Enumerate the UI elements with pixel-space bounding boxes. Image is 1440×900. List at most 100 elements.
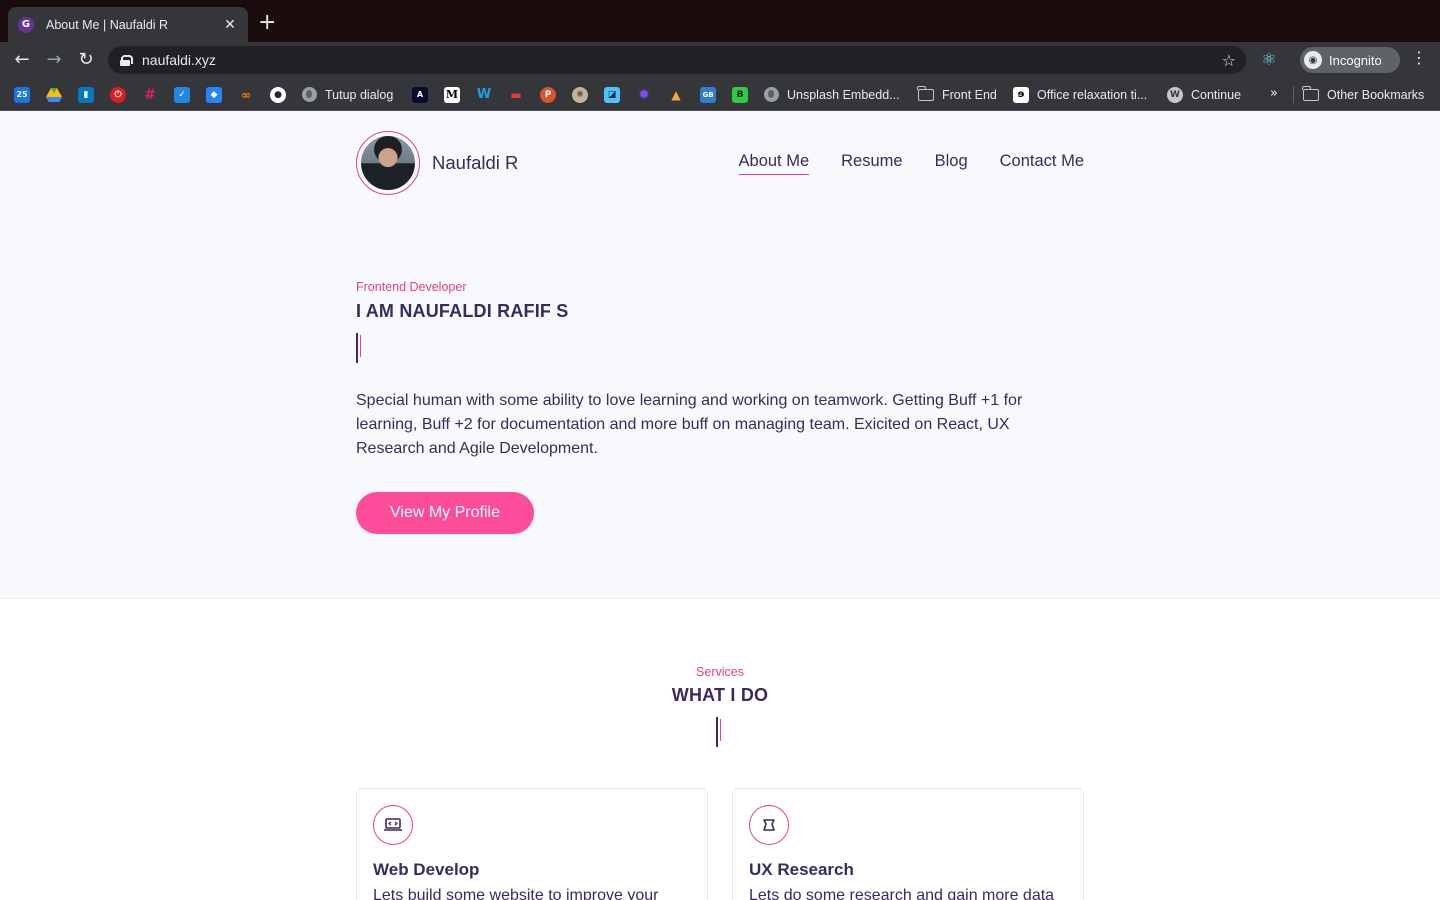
research-icon: [749, 805, 789, 845]
hero-divider: [356, 333, 362, 363]
bitbucket-icon: ◆: [206, 86, 222, 103]
hero-eyebrow: Frontend Developer: [356, 280, 467, 294]
tab-title: About Me | Naufaldi R: [46, 17, 169, 32]
site-header: Naufaldi R About Me Resume Blog Contact …: [356, 131, 1084, 195]
browser-tab[interactable]: G About Me | Naufaldi R ✕: [8, 7, 248, 42]
profile-button[interactable]: ◉ Incognito: [1300, 47, 1400, 73]
check-icon: ✓: [174, 86, 190, 103]
bookmark-w[interactable]: W: [476, 86, 492, 103]
nav-resume[interactable]: Resume: [841, 152, 902, 175]
hero-description: Special human with some ability to love …: [356, 392, 1023, 457]
github-icon: ●: [270, 86, 286, 103]
folder-icon: [1302, 85, 1319, 101]
drive-icon: [46, 87, 62, 103]
tent-icon: ▲: [671, 87, 681, 102]
bookmark-tutup-dialog[interactable]: Tutup dialog: [302, 86, 393, 103]
bookmark-producthunt[interactable]: P: [540, 86, 556, 103]
other-bookmarks-label: Other Bookmarks: [1327, 87, 1425, 102]
bookmark-label: Office relaxation ti...: [1037, 87, 1148, 102]
producthunt-icon: P: [540, 86, 556, 103]
bookmark-tv[interactable]: ◪: [604, 86, 620, 103]
e-icon: ɘ: [1013, 86, 1029, 103]
globe-icon: [764, 87, 779, 102]
gb-icon: GB: [700, 86, 716, 103]
bookmark-github[interactable]: ●: [270, 86, 286, 103]
w-icon: W: [476, 87, 492, 102]
new-tab-button[interactable]: +: [258, 12, 276, 34]
bookmark-b[interactable]: B: [732, 86, 748, 103]
b-icon: B: [732, 86, 748, 103]
services-divider: [716, 717, 722, 747]
card-text: Lets build some website to improve your: [373, 887, 659, 900]
avatar[interactable]: [356, 131, 420, 195]
folder-icon: [917, 85, 934, 101]
hero-section: Naufaldi R About Me Resume Blog Contact …: [0, 111, 1440, 599]
incognito-icon: ◉: [1304, 51, 1322, 69]
bookmark-bitbucket[interactable]: ◆: [206, 86, 222, 103]
profile-label: Incognito: [1329, 52, 1382, 68]
nav-contact-me[interactable]: Contact Me: [1000, 152, 1084, 175]
other-bookmarks[interactable]: Other Bookmarks: [1302, 85, 1425, 103]
dribbble-icon: ✺: [572, 86, 588, 103]
card-text: Lets do some research and gain more data: [749, 887, 1055, 900]
avatar-photo: [361, 136, 415, 190]
bookmark-continue[interactable]: W Continue: [1167, 86, 1241, 103]
react-devtools-icon[interactable]: ⚛: [1258, 50, 1280, 70]
more-bookmarks-icon[interactable]: »: [1270, 86, 1278, 101]
angle-icon: A: [412, 86, 428, 103]
medium-icon: M: [444, 86, 460, 103]
bookmark-star-icon[interactable]: ☆: [1222, 51, 1236, 70]
brand-name[interactable]: Naufaldi R: [432, 152, 518, 174]
bookmarks-bar: 25 ▮ ⏻ # ✓ ◆ ∞ ● Tutup dialog A M W ▬ P …: [0, 78, 1440, 111]
main-nav: About Me Resume Blog Contact Me: [738, 152, 1084, 175]
bookmark-label: Tutup dialog: [325, 87, 394, 102]
address-bar[interactable]: naufaldi.xyz ☆: [108, 46, 1246, 74]
back-button[interactable]: ←: [10, 48, 34, 72]
view-profile-button[interactable]: View My Profile: [356, 492, 534, 534]
bookmarks-separator: [1293, 86, 1294, 103]
calendar-icon: 25: [14, 86, 30, 103]
bookmark-tasks[interactable]: ✓: [174, 86, 190, 103]
bookmark-label: Continue: [1191, 87, 1242, 102]
bookmark-a[interactable]: A: [412, 86, 428, 103]
gear-icon: ✹: [638, 86, 650, 103]
bookmark-unsplash[interactable]: Unsplash Embedd...: [764, 86, 900, 103]
link-icon: ∞: [241, 87, 251, 102]
browser-menu-icon[interactable]: ⋮: [1410, 48, 1428, 67]
bookmark-trello[interactable]: ▮: [78, 86, 94, 103]
bookmark-orange[interactable]: ∞: [238, 86, 254, 103]
reload-button[interactable]: ↻: [74, 48, 98, 72]
bookmark-gb[interactable]: GB: [700, 86, 716, 103]
hero-title: I AM NAUFALDI RAFIF S: [356, 301, 569, 321]
bookmark-drive[interactable]: [46, 86, 62, 103]
globe-icon: [302, 87, 317, 102]
browser-toolbar: ← → ↻ naufaldi.xyz ☆ ⚛ ◉ Incognito ⋮: [0, 42, 1440, 78]
nav-about-me[interactable]: About Me: [738, 152, 810, 175]
close-tab-icon[interactable]: ✕: [222, 17, 238, 33]
bookmark-office[interactable]: ɘ Office relaxation ti...: [1013, 86, 1147, 103]
bookmark-tent[interactable]: ▲: [668, 86, 684, 103]
bookmark-dribbble[interactable]: ✺: [572, 86, 588, 103]
bookmark-medium[interactable]: M: [444, 86, 460, 103]
service-card-ux-research[interactable]: UX Research Lets do some research and ga…: [732, 788, 1084, 900]
bookmark-purple[interactable]: ✹: [636, 86, 652, 103]
power-icon: ⏻: [110, 86, 126, 103]
card-title: UX Research: [749, 860, 854, 879]
bookmark-red[interactable]: ▬: [508, 86, 524, 103]
forward-button[interactable]: →: [42, 48, 66, 72]
services-title: WHAT I DO: [671, 685, 769, 705]
bookmark-front-end[interactable]: Front End: [917, 85, 997, 103]
nav-blog[interactable]: Blog: [935, 152, 968, 175]
trello-icon: ▮: [78, 86, 94, 103]
browser-tabstrip: G About Me | Naufaldi R ✕ +: [0, 0, 1440, 42]
bookmark-power[interactable]: ⏻: [110, 86, 126, 103]
service-card-web-develop[interactable]: Web Develop Lets build some website to i…: [356, 788, 708, 900]
bookmark-label: Front End: [942, 87, 997, 102]
bookmark-calendar[interactable]: 25: [14, 86, 30, 103]
tv-icon: ◪: [604, 86, 620, 103]
services-eyebrow: Services: [696, 665, 744, 679]
card-title: Web Develop: [373, 860, 480, 879]
bookmark-slack[interactable]: #: [142, 86, 158, 103]
web-page: Naufaldi R About Me Resume Blog Contact …: [0, 111, 1440, 900]
lock-icon: [120, 54, 133, 66]
